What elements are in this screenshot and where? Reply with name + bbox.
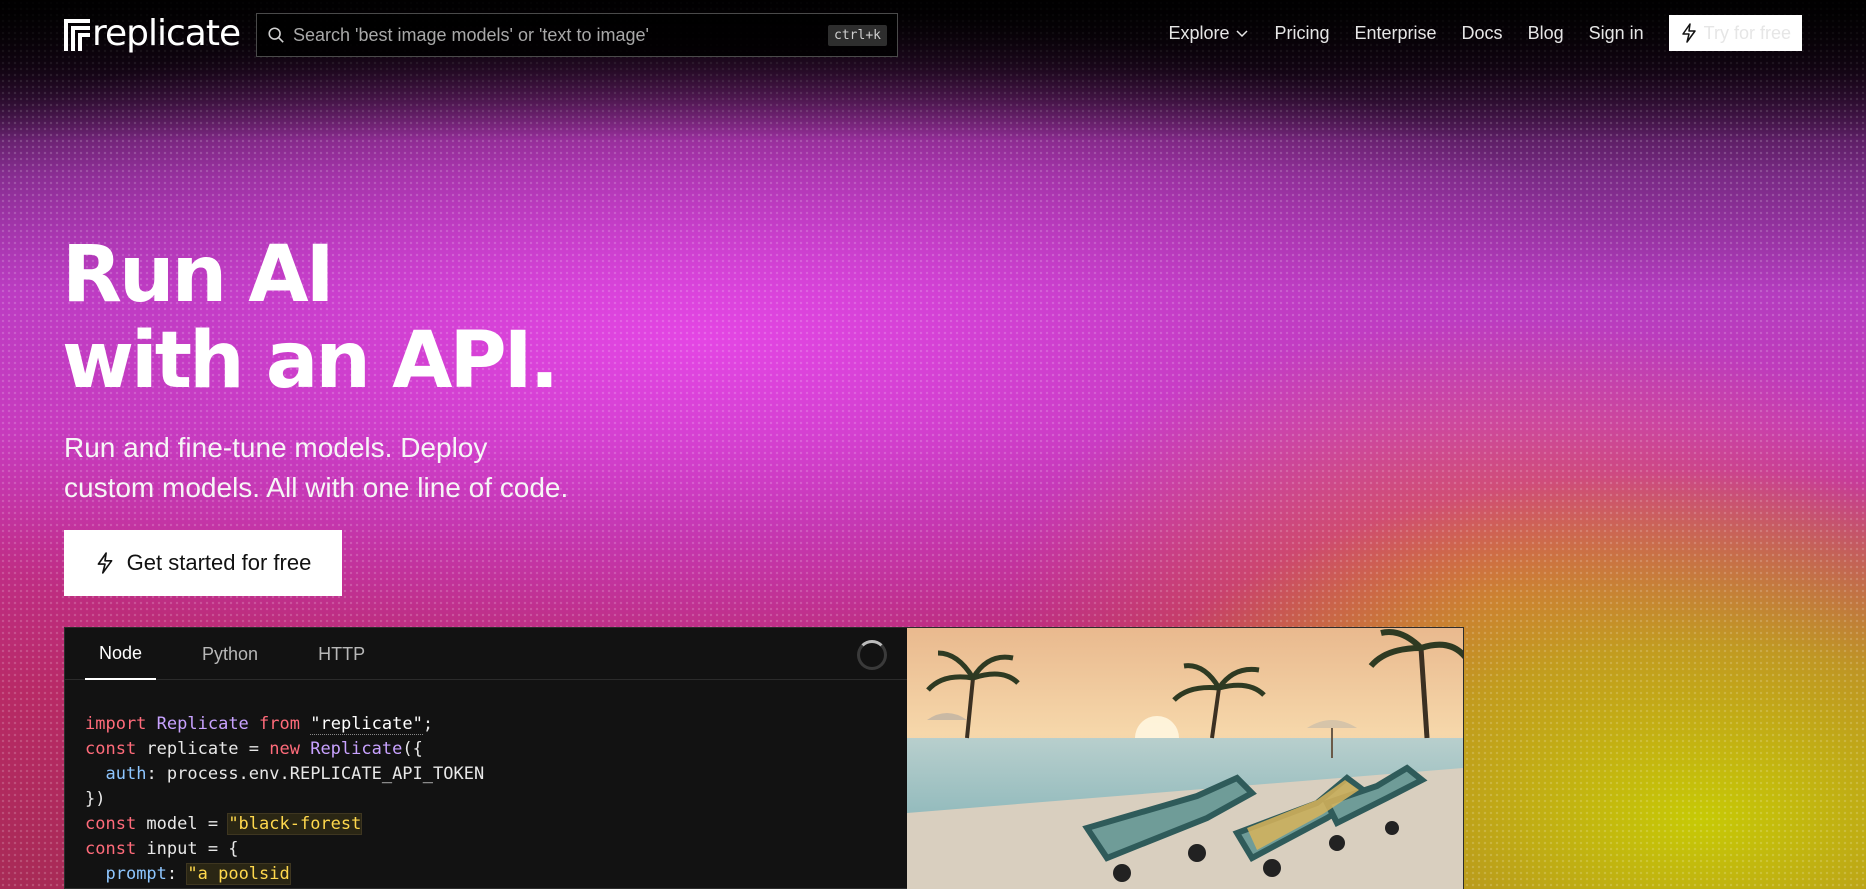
try-for-free-button[interactable]: Try for free <box>1668 15 1802 51</box>
nav-pricing[interactable]: Pricing <box>1274 23 1329 44</box>
get-started-label: Get started for free <box>126 550 312 575</box>
nav-signin[interactable]: Sign in <box>1589 23 1644 44</box>
code-line: const model = "black-forest <box>85 813 363 835</box>
nav-enterprise[interactable]: Enterprise <box>1355 23 1437 44</box>
logo-text: replicate <box>92 13 241 54</box>
get-started-button[interactable]: Get started for free <box>64 530 342 596</box>
site-header: replicate Search 'best image models' or … <box>0 0 1866 66</box>
hero-title: Run AI with an API. <box>62 230 559 406</box>
hero-subtitle: Run and fine-tune models. Deploy custom … <box>64 428 684 508</box>
code-line: }) <box>85 789 106 809</box>
language-tabs: Node Python HTTP <box>65 628 907 680</box>
search-shortcut-badge: ctrl+k <box>828 24 887 46</box>
output-image-illustration <box>907 628 1463 889</box>
hero-title-line-1: Run AI <box>62 230 335 320</box>
main-nav: Explore Pricing Enterprise Docs Blog Sig… <box>1168 14 1802 52</box>
tab-python[interactable]: Python <box>188 628 272 680</box>
code-line: import Replicate from "replicate"; <box>85 714 434 735</box>
code-line: const replicate = new Replicate({ <box>85 739 423 759</box>
tab-http[interactable]: HTTP <box>304 628 379 680</box>
chevron-down-icon <box>1236 30 1248 38</box>
logo[interactable]: replicate <box>64 13 241 54</box>
tab-node[interactable]: Node <box>85 628 157 680</box>
nav-explore-label: Explore <box>1168 22 1230 43</box>
replicate-logo-icon <box>64 17 90 51</box>
nav-docs[interactable]: Docs <box>1462 23 1503 44</box>
loading-spinner-icon <box>857 640 887 670</box>
lightning-icon <box>97 552 113 574</box>
code-line: const input = { <box>85 839 239 859</box>
search-icon <box>268 27 284 43</box>
nav-blog[interactable]: Blog <box>1528 23 1564 44</box>
hero-title-line-2: with an API. <box>62 316 559 406</box>
code-section: Node Python HTTP import Replicate from "… <box>65 628 907 889</box>
lightning-icon <box>1681 23 1696 43</box>
code-line: prompt: "a poolsid <box>105 863 291 885</box>
code-block: import Replicate from "replicate"; const … <box>85 712 484 887</box>
nav-explore[interactable]: Explore <box>1168 23 1249 44</box>
hero-subtitle-line-2: custom models. All with one line of code… <box>64 472 569 503</box>
code-example-panel: Node Python HTTP import Replicate from "… <box>64 627 1464 889</box>
try-for-free-label: Try for free <box>1703 22 1791 43</box>
search-input[interactable]: Search 'best image models' or 'text to i… <box>293 25 828 46</box>
search-box[interactable]: Search 'best image models' or 'text to i… <box>256 13 898 57</box>
code-line: auth: process.env.REPLICATE_API_TOKEN <box>105 764 485 784</box>
hero-subtitle-line-1: Run and fine-tune models. Deploy <box>64 432 488 463</box>
poolside-lounge-chairs-image <box>907 628 1463 889</box>
